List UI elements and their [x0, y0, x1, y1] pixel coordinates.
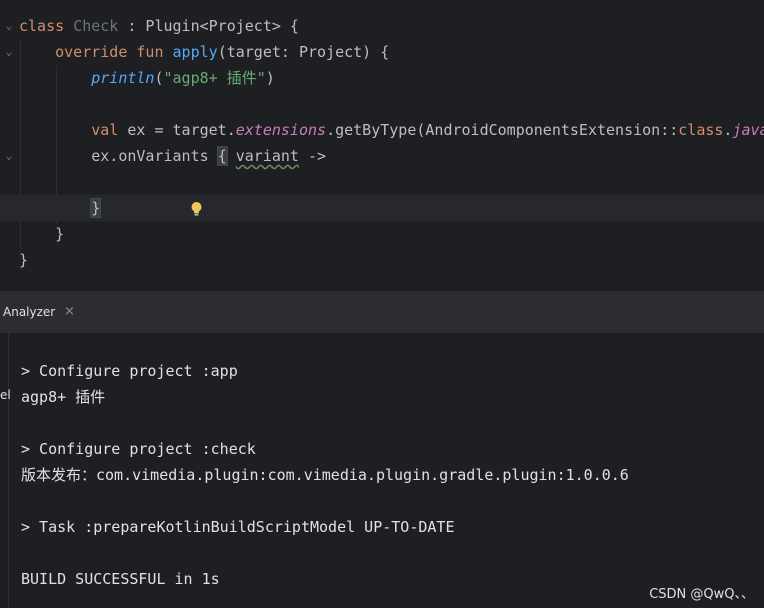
matched-brace: {	[216, 146, 228, 166]
code-text: ex.onVariants	[91, 147, 218, 165]
code-editor[interactable]: ⌄ class Check : Plugin<Project> { ⌄ over…	[0, 0, 764, 290]
lightbulb-icon[interactable]	[190, 201, 203, 217]
close-icon[interactable]: ×	[64, 291, 75, 333]
output-line: agp8+ 插件	[21, 388, 106, 406]
matched-brace: }	[90, 198, 102, 218]
output-line: > Task :prepareKotlinBuildScriptModel UP…	[21, 518, 455, 536]
extension-property: extensions	[235, 121, 327, 139]
code-line-5[interactable]: val ex = target.extensions.getByType(And…	[0, 117, 764, 143]
function-call: println	[91, 69, 155, 87]
code-line-9[interactable]: }	[0, 221, 764, 247]
class-name: Check	[73, 17, 119, 35]
function-name: apply	[172, 43, 218, 61]
output-line: > Configure project :check	[21, 440, 256, 458]
code-text: (target: Project) {	[217, 43, 390, 61]
extension-property: java	[732, 121, 764, 139]
code-line-1[interactable]: ⌄ class Check : Plugin<Project> {	[0, 13, 764, 39]
keyword: override	[55, 43, 128, 61]
keyword: class	[19, 17, 65, 35]
chevron-down-icon[interactable]: ⌄	[3, 143, 15, 169]
output-console[interactable]: el > Configure project :app agp8+ 插件 > C…	[0, 333, 764, 608]
keyword: val	[91, 121, 119, 139]
tab-analyzer[interactable]: Analyzer	[3, 291, 55, 333]
code-text: }	[19, 251, 29, 269]
code-line-6[interactable]: ⌄ ex.onVariants { variant ->	[0, 143, 764, 169]
code-text: }	[55, 225, 65, 243]
code-text: )	[265, 69, 275, 87]
code-text: ->	[298, 147, 327, 165]
output-line: 版本发布：com.vimedia.plugin:com.vimedia.plug…	[21, 466, 629, 484]
keyword: class	[678, 121, 724, 139]
code-text: (	[154, 69, 164, 87]
lambda-parameter: variant	[235, 147, 299, 165]
console-gutter: el	[0, 333, 11, 608]
code-line-8[interactable]: }	[0, 195, 764, 221]
chevron-down-icon[interactable]: ⌄	[3, 13, 15, 39]
keyword: fun	[136, 43, 164, 61]
code-text: .getByType(AndroidComponentsExtension::	[326, 121, 679, 139]
chevron-down-icon[interactable]: ⌄	[3, 39, 15, 65]
string-literal: "agp8+ 插件"	[163, 69, 266, 87]
watermark: CSDN @QwQ、、	[649, 587, 754, 602]
tool-window-header: Analyzer ×	[0, 290, 764, 334]
clipped-label: el	[0, 388, 11, 402]
code-line-10[interactable]: }	[0, 247, 764, 273]
code-line-2[interactable]: ⌄ override fun apply(target: Project) {	[0, 39, 764, 65]
code-line-3[interactable]: println("agp8+ 插件")	[0, 65, 764, 91]
code-text: ex = target.	[118, 121, 236, 139]
code-text: : Plugin<Project> {	[118, 17, 299, 35]
output-line: BUILD SUCCESSFUL in 1s	[21, 570, 220, 588]
output-line: > Configure project :app	[21, 362, 238, 380]
